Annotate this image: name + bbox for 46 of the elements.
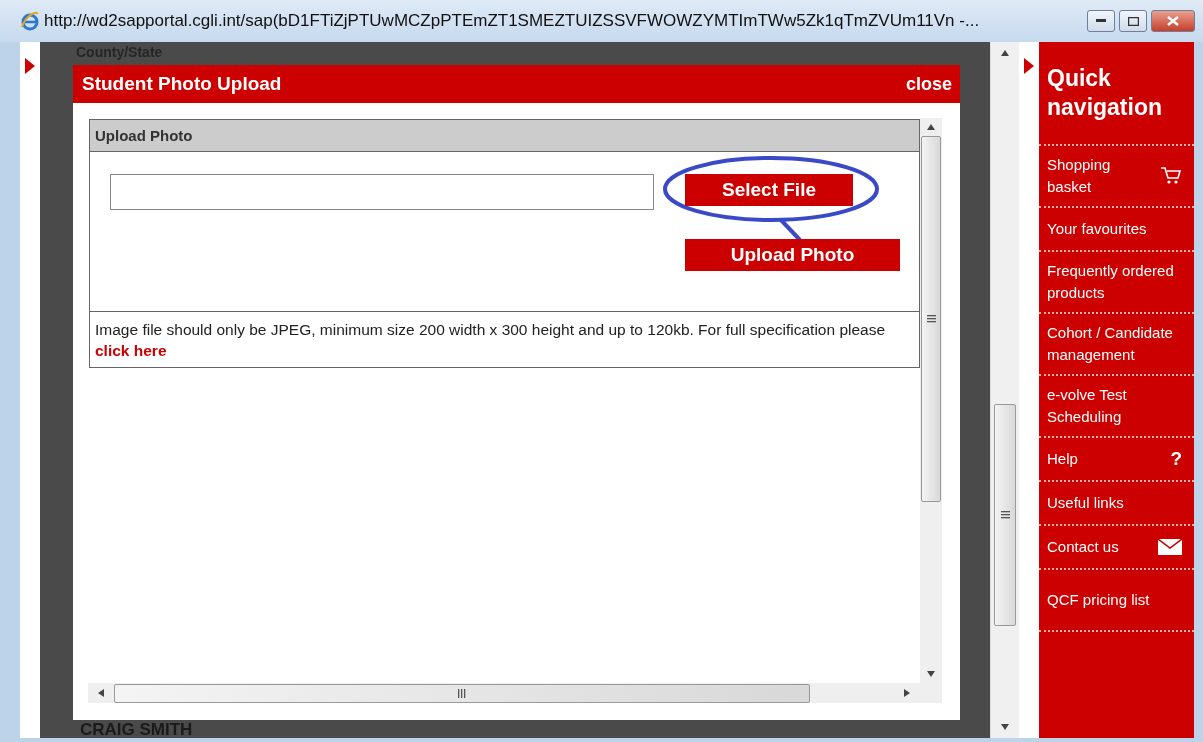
nav-link[interactable]: Your favourites xyxy=(1039,208,1194,252)
nav-link[interactable]: Contact us xyxy=(1039,526,1194,570)
horizontal-scrollbar[interactable] xyxy=(88,683,920,703)
panel-title: Upload Photo xyxy=(95,127,193,144)
scroll-thumb[interactable] xyxy=(921,136,941,502)
nav-link[interactable]: Shopping basket xyxy=(1039,146,1194,208)
minimize-button[interactable] xyxy=(1087,10,1115,32)
nav-link[interactable]: QCF pricing list xyxy=(1039,570,1194,632)
scroll-left-icon[interactable] xyxy=(98,689,104,697)
scroll-up-icon[interactable] xyxy=(927,124,935,130)
nav-link[interactable]: Cohort / Candidate management xyxy=(1039,314,1194,376)
help-icon: ? xyxy=(1170,448,1182,470)
page-scrollbar[interactable] xyxy=(990,42,1019,738)
minimize-icon xyxy=(1096,19,1106,23)
maximize-button[interactable] xyxy=(1119,10,1147,32)
cart-icon xyxy=(1160,166,1182,186)
arrow-icon xyxy=(1024,58,1034,74)
close-link[interactable]: close xyxy=(905,73,952,95)
maximize-icon xyxy=(1127,16,1139,26)
nav-link[interactable]: Frequently ordered products xyxy=(1039,252,1194,314)
grip-icon xyxy=(458,688,466,698)
specification-link[interactable]: click here xyxy=(95,342,167,359)
upload-photo-button[interactable]: Upload Photo xyxy=(685,239,900,271)
file-path-field[interactable] xyxy=(110,174,654,210)
select-file-button[interactable]: Select File xyxy=(685,174,853,206)
grip-icon xyxy=(926,315,936,323)
grip-icon xyxy=(1000,511,1010,519)
scroll-down-icon[interactable] xyxy=(1001,724,1009,730)
nav-link[interactable]: Help ? xyxy=(1039,438,1194,482)
window-title: http://wd2sapportal.cgli.int/sap(bD1FTiZjPTUwMCZpPTEmZT1SMEZTUIZSSVFWOWZYMTImTWw5Zk1qTmZVUm11Vn -... xyxy=(44,11,981,31)
scroll-right-icon[interactable] xyxy=(904,689,910,697)
panel-title: Quick navigation xyxy=(1039,42,1194,146)
close-icon xyxy=(1167,16,1179,26)
browser-logo-icon xyxy=(20,11,40,31)
file-requirements-note: Image file should only be JPEG, minimum size 200 width x 300 height and up to 120kb. For full specification please click here xyxy=(94,320,887,361)
dialog-title: Student Photo Upload xyxy=(82,73,282,95)
scroll-down-icon[interactable] xyxy=(927,671,935,677)
nav-link[interactable]: Useful links xyxy=(1039,482,1194,526)
scroll-thumb[interactable] xyxy=(114,683,810,703)
scroll-thumb[interactable] xyxy=(994,404,1016,626)
nav-link[interactable]: e-volve Test Scheduling xyxy=(1039,376,1194,438)
arrow-icon xyxy=(25,58,35,74)
mail-icon xyxy=(1158,539,1182,555)
close-button[interactable] xyxy=(1151,10,1195,32)
scroll-up-icon[interactable] xyxy=(1001,50,1009,56)
vertical-scrollbar[interactable] xyxy=(920,118,942,683)
